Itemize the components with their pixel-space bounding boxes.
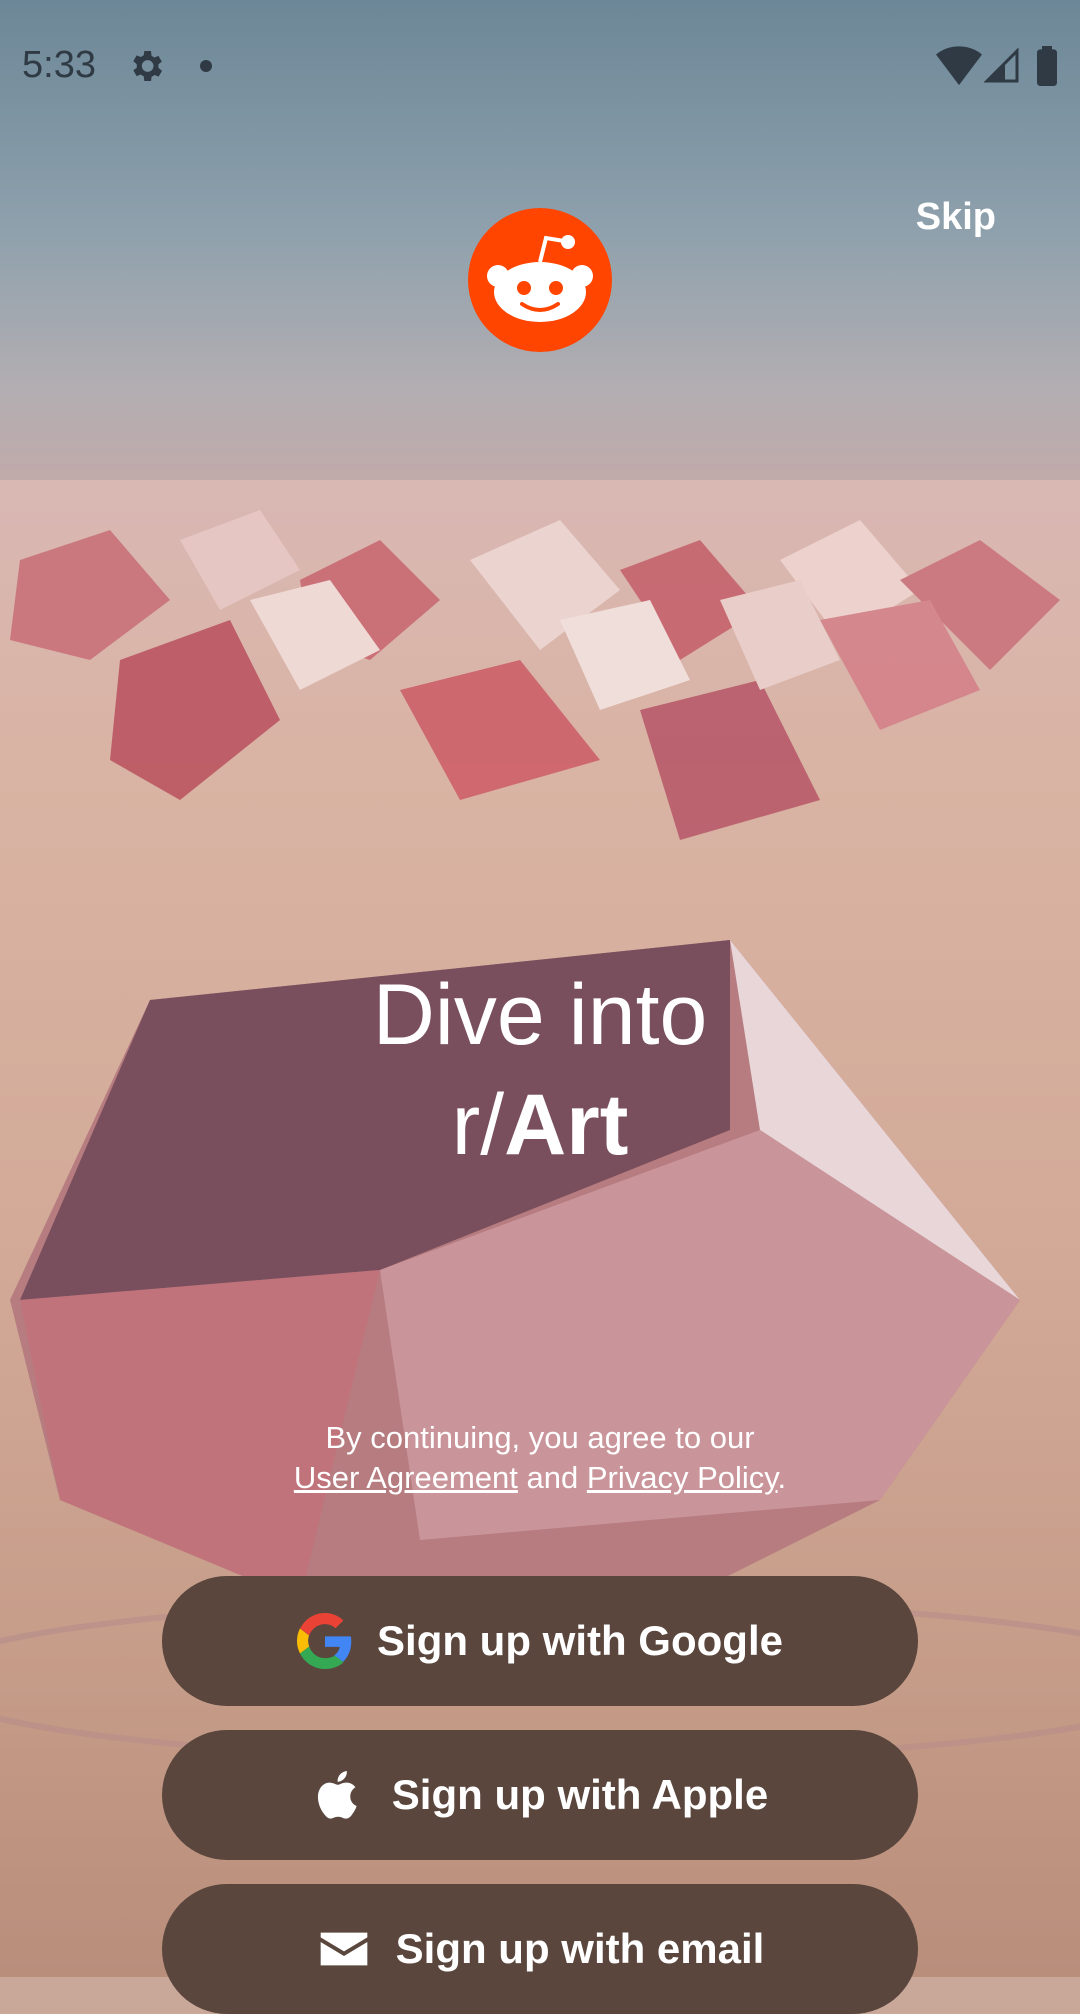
sign-up-google-button[interactable]: Sign up with Google — [162, 1576, 918, 1706]
hero-line-1: Dive into — [372, 967, 708, 1063]
legal-notice: By continuing, you agree to our User Agr… — [0, 1418, 1080, 1498]
sign-up-email-label: Sign up with email — [395, 1925, 765, 1972]
legal-and: and — [526, 1460, 579, 1495]
hero-subreddit-name: Art — [504, 1077, 629, 1173]
legal-period: . — [777, 1460, 787, 1495]
hero-subreddit-prefix: r/ — [451, 1077, 505, 1173]
sign-up-apple-label: Sign up with Apple — [391, 1771, 769, 1818]
battery-icon — [1037, 46, 1057, 86]
cell-signal-icon — [984, 48, 1019, 83]
privacy-policy-link[interactable]: Privacy Policy — [587, 1460, 778, 1495]
notification-dot-icon — [200, 60, 212, 72]
envelope-icon — [320, 1932, 367, 1966]
status-bar: 5:33 — [0, 0, 1080, 132]
status-time: 5:33 — [22, 44, 96, 86]
apple-icon — [317, 1770, 357, 1819]
sign-up-email-button[interactable]: Sign up with email — [162, 1884, 918, 2014]
hero-line-2: r/Art — [0, 1070, 1080, 1180]
hero-headline: Dive into r/Art — [0, 960, 1080, 1180]
reddit-snoo-icon — [468, 208, 612, 352]
legal-line-1: By continuing, you agree to our — [325, 1420, 755, 1455]
skip-button[interactable]: Skip — [916, 196, 996, 239]
sign-up-apple-button[interactable]: Sign up with Apple — [162, 1730, 918, 1860]
sign-up-google-label: Sign up with Google — [377, 1617, 783, 1664]
wifi-icon — [936, 46, 982, 86]
user-agreement-link[interactable]: User Agreement — [294, 1460, 518, 1495]
google-g-icon — [297, 1613, 352, 1669]
legal-line-2: User Agreement and Privacy Policy. — [0, 1458, 1080, 1498]
settings-gear-icon — [133, 51, 162, 81]
